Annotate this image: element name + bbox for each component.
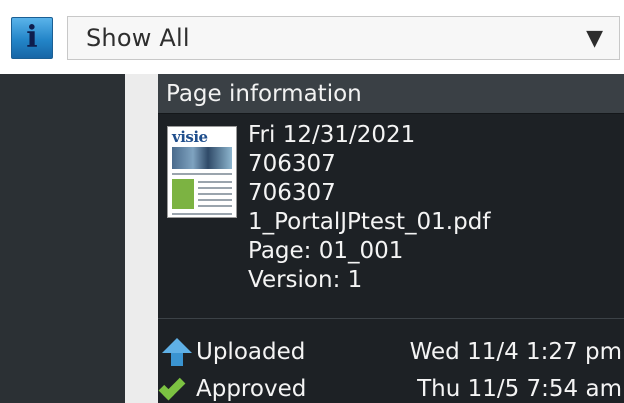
thumbnail-text-line — [198, 187, 232, 189]
page-root: i Show All ▼ Page information visie Fri … — [0, 0, 624, 403]
thumbnail-text-line — [198, 193, 232, 195]
section-divider — [158, 318, 624, 319]
meta-filename: 1_PortalJPtest_01.pdf — [248, 209, 491, 235]
page-metadata: Fri 12/31/2021 706307 706307 1_PortalJPt… — [248, 121, 490, 295]
thumbnail-text-line — [198, 181, 232, 183]
event-row-uploaded: Uploaded Wed 11/4 1:27 pm — [160, 336, 622, 368]
page-info-panel: Page information visie Fri 12/31/2021 70… — [158, 74, 624, 403]
arrow-up-icon — [160, 336, 196, 368]
meta-version: Version: 1 — [248, 267, 363, 293]
meta-date: Fri 12/31/2021 — [248, 122, 416, 148]
thumbnail-text-line — [172, 173, 232, 175]
left-pane — [0, 74, 125, 403]
thumbnail-graphic — [172, 179, 194, 209]
chevron-down-icon: ▼ — [586, 25, 603, 51]
info-icon: i — [26, 20, 38, 55]
meta-id: 706307 — [248, 180, 336, 206]
filter-dropdown[interactable]: Show All ▼ — [67, 16, 620, 60]
pane-divider[interactable] — [125, 74, 158, 403]
meta-page: Page: 01_001 — [248, 238, 404, 264]
event-label: Approved — [196, 376, 307, 402]
thumbnail-photo — [172, 147, 232, 169]
thumbnail-text-line — [198, 199, 232, 201]
event-label: Uploaded — [196, 339, 306, 365]
thumbnail-logo: visie — [172, 128, 208, 146]
thumbnail-text-line — [172, 213, 232, 215]
thumbnail-text-line — [198, 205, 232, 207]
event-time: Thu 11/5 7:54 am — [417, 376, 622, 402]
check-icon — [158, 373, 196, 403]
page-thumbnail[interactable]: visie — [167, 126, 237, 218]
event-time: Wed 11/4 1:27 pm — [409, 339, 622, 365]
event-row-approved: Approved Thu 11/5 7:54 am — [158, 373, 622, 403]
info-button[interactable]: i — [11, 17, 53, 59]
meta-id: 706307 — [248, 151, 336, 177]
panel-title: Page information — [158, 74, 624, 114]
filter-selected-value: Show All — [86, 24, 190, 52]
